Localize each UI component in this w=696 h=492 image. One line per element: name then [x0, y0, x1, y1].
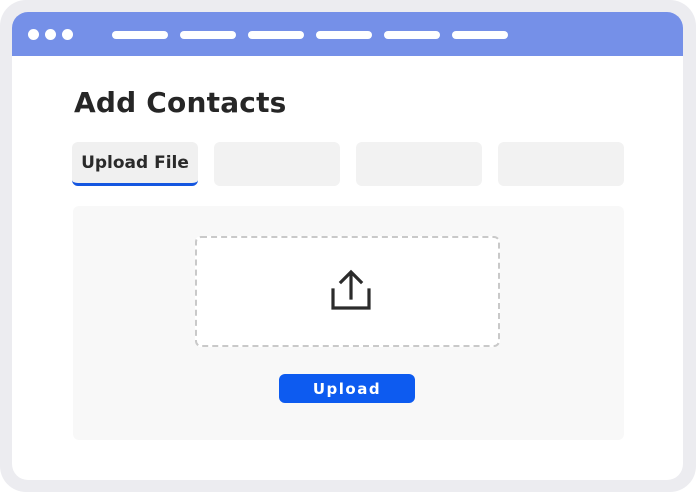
- upload-panel: Upload: [73, 206, 624, 440]
- menu-placeholder[interactable]: [452, 31, 508, 39]
- window-titlebar: [12, 12, 683, 56]
- menu-placeholder[interactable]: [180, 31, 236, 39]
- tab-upload-file[interactable]: Upload File: [72, 142, 198, 186]
- tab-placeholder[interactable]: [356, 142, 482, 186]
- window-dot-icon[interactable]: [45, 29, 56, 40]
- window-dot-icon[interactable]: [28, 29, 39, 40]
- tab-placeholder[interactable]: [498, 142, 624, 186]
- menu-placeholder[interactable]: [384, 31, 440, 39]
- upload-button[interactable]: Upload: [279, 374, 415, 403]
- browser-window: Add Contacts Upload File Upload: [12, 12, 683, 480]
- menu-placeholder[interactable]: [112, 31, 168, 39]
- upload-icon: [331, 269, 371, 310]
- menu-placeholder[interactable]: [316, 31, 372, 39]
- window-dot-icon[interactable]: [62, 29, 73, 40]
- menu-placeholder[interactable]: [248, 31, 304, 39]
- file-dropzone[interactable]: [195, 236, 500, 347]
- browser-frame: Add Contacts Upload File Upload: [0, 0, 696, 492]
- tab-placeholder[interactable]: [214, 142, 340, 186]
- page-title: Add Contacts: [74, 86, 287, 119]
